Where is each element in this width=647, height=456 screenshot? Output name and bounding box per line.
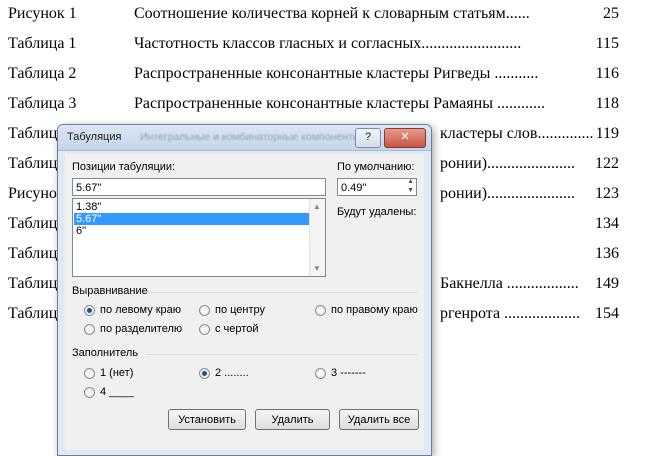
toc-page: 149 bbox=[595, 275, 619, 292]
leader-underline-radio[interactable] bbox=[84, 387, 95, 398]
align-right-radio[interactable] bbox=[315, 305, 326, 316]
align-left-radio[interactable] bbox=[84, 305, 95, 316]
scroll-down-icon[interactable]: ▼ bbox=[313, 264, 321, 273]
list-item[interactable]: 6" bbox=[74, 225, 310, 237]
dialog-panel: Позиции табуляции: 5.67" 1.38" 5.67" 6" … bbox=[65, 154, 424, 450]
dialog-title: Табуляция bbox=[67, 131, 122, 143]
list-item-selected[interactable]: 5.67" bbox=[74, 213, 310, 225]
align-right-label[interactable]: по правому краю bbox=[331, 304, 418, 316]
leader-dots-radio[interactable] bbox=[199, 368, 210, 379]
toc-label: Рисунок 1 bbox=[8, 5, 77, 22]
clear-all-button[interactable]: Удалить все bbox=[339, 409, 419, 430]
toc-row: Таблица 3 Распространенные консонантные … bbox=[8, 95, 640, 117]
toc-title: кластеры слов.............. bbox=[440, 125, 594, 142]
spinner-arrows-icon[interactable]: ▲ ▼ bbox=[407, 177, 414, 195]
toc-title: Распространенные консонантные кластеры Р… bbox=[134, 65, 539, 82]
to-clear-label: Будут удалены: bbox=[337, 206, 417, 218]
align-decimal-radio[interactable] bbox=[84, 324, 95, 335]
group-divider bbox=[147, 292, 417, 293]
tab-positions-label: Позиции табуляции: bbox=[72, 161, 176, 173]
toc-label: Рисуно bbox=[8, 185, 57, 202]
toc-title: Частотность классов гласных и согласных.… bbox=[134, 35, 522, 52]
scroll-up-icon[interactable]: ▲ bbox=[313, 202, 321, 211]
toc-title: ронии)...................... bbox=[440, 185, 576, 202]
leader-none-label[interactable]: 1 (нет) bbox=[100, 367, 133, 379]
align-center-label[interactable]: по центру bbox=[215, 304, 265, 316]
list-scrollbar[interactable]: ▲ ▼ bbox=[309, 199, 325, 276]
tabs-dialog: Табуляция Интегральные и комбинаторные к… bbox=[57, 124, 432, 456]
default-stops-spinner[interactable]: 0.49" ▲ ▼ bbox=[337, 178, 417, 196]
toc-label: Таблица 2 bbox=[8, 65, 77, 82]
toc-label: Таблиц bbox=[8, 215, 58, 232]
list-item[interactable]: 1.38" bbox=[74, 201, 310, 213]
align-bar-label[interactable]: с чертой bbox=[215, 323, 258, 335]
toc-title: Соотношение количества корней к словарны… bbox=[134, 5, 530, 22]
toc-page: 25 bbox=[603, 5, 619, 22]
tab-stop-list[interactable]: 1.38" 5.67" 6" ▲ ▼ bbox=[72, 198, 326, 277]
toc-page: 122 bbox=[595, 155, 619, 172]
default-stops-value: 0.49" bbox=[341, 182, 367, 194]
toc-page: 154 bbox=[595, 305, 619, 322]
toc-row: Таблица 1 Частотность классов гласных и … bbox=[8, 35, 640, 57]
leader-underline-label[interactable]: 4 ____ bbox=[100, 386, 134, 398]
leader-dashes-label[interactable]: 3 ------- bbox=[331, 367, 366, 379]
toc-row: Таблица 2 Распространенные консонантные … bbox=[8, 65, 640, 87]
toc-label: Таблиц bbox=[8, 155, 58, 172]
align-decimal-label[interactable]: по разделителю bbox=[100, 323, 182, 335]
align-bar-radio[interactable] bbox=[199, 324, 210, 335]
group-divider bbox=[145, 354, 417, 355]
toc-label: Таблиц bbox=[8, 125, 58, 142]
toc-page: 134 bbox=[595, 215, 619, 232]
dialog-ghost-title: Интегральные и комбинаторные компоненты bbox=[140, 131, 361, 143]
set-button[interactable]: Установить bbox=[168, 409, 246, 430]
leader-none-radio[interactable] bbox=[84, 368, 95, 379]
align-center-radio[interactable] bbox=[199, 305, 210, 316]
align-left-label[interactable]: по левому краю bbox=[100, 304, 181, 316]
toc-page: 116 bbox=[595, 65, 619, 82]
toc-page: 119 bbox=[595, 125, 619, 142]
default-stops-label: По умолчанию: bbox=[337, 161, 415, 173]
toc-row: Рисунок 1 Соотношение количества корней … bbox=[8, 5, 640, 27]
toc-label: Таблица 1 bbox=[8, 35, 77, 52]
clear-button[interactable]: Удалить bbox=[255, 409, 330, 430]
help-button[interactable]: ? bbox=[355, 128, 381, 148]
alignment-heading: Выравнивание bbox=[72, 285, 148, 297]
leader-dashes-radio[interactable] bbox=[315, 368, 326, 379]
toc-label: Таблиц bbox=[8, 305, 58, 322]
toc-page: 123 bbox=[595, 185, 619, 202]
toc-page: 118 bbox=[595, 95, 619, 112]
leader-dots-label[interactable]: 2 ........ bbox=[215, 367, 249, 379]
toc-title: Распространенные консонантные кластеры Р… bbox=[134, 95, 545, 112]
leader-heading: Заполнитель bbox=[72, 347, 139, 359]
close-button[interactable]: ✕ bbox=[384, 128, 426, 148]
toc-title: ронии)...................... bbox=[440, 155, 576, 172]
toc-title: ргенрота ................... bbox=[440, 305, 581, 322]
toc-page: 136 bbox=[595, 245, 619, 262]
toc-title: Бакнелла .................. bbox=[440, 275, 579, 292]
dialog-titlebar[interactable]: Табуляция Интегральные и комбинаторные к… bbox=[58, 125, 431, 151]
toc-label: Таблиц bbox=[8, 245, 58, 262]
toc-label: Таблиц bbox=[8, 275, 58, 292]
tab-position-input[interactable]: 5.67" bbox=[72, 178, 326, 196]
help-icon: ? bbox=[364, 131, 372, 143]
close-icon: ✕ bbox=[400, 131, 410, 143]
toc-label: Таблица 3 bbox=[8, 95, 77, 112]
toc-page: 115 bbox=[595, 35, 619, 52]
